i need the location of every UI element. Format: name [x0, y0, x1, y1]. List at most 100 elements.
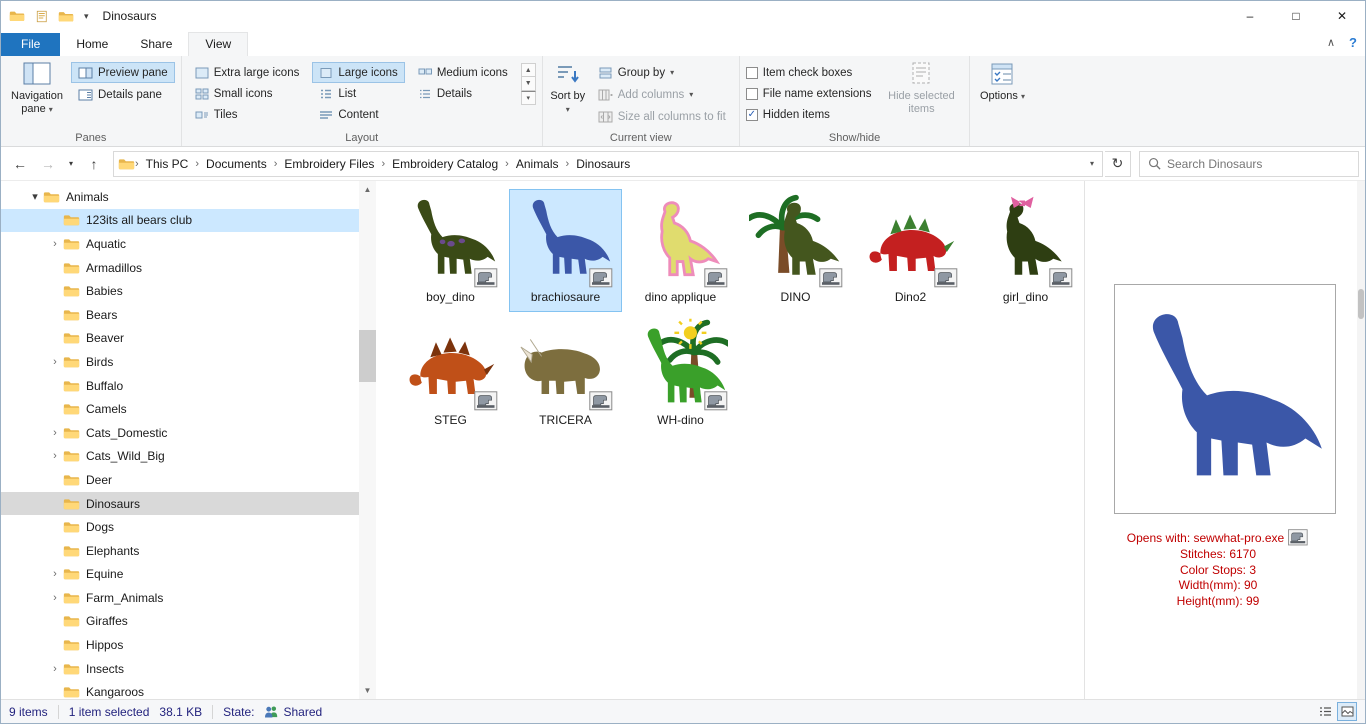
search-input[interactable] [1167, 157, 1350, 171]
recent-locations-chevron-icon[interactable]: ▾ [63, 151, 79, 177]
tiles-button[interactable]: Tiles [188, 104, 307, 125]
list-button[interactable]: List [312, 83, 404, 104]
sidebar-scrollbar[interactable]: ▲ ▼ [359, 181, 376, 699]
scroll-up-icon[interactable]: ▲ [359, 181, 376, 198]
folder-icon [63, 308, 80, 322]
details-pane-button[interactable]: Details pane [71, 84, 175, 105]
qat-properties-icon[interactable] [35, 10, 50, 23]
address-dropdown-chevron-icon[interactable]: ▾ [1090, 159, 1098, 168]
file-item[interactable]: TRICERA [509, 312, 622, 435]
sidebar-item[interactable]: 123its all bears club [1, 209, 359, 233]
maximize-button[interactable]: □ [1273, 1, 1319, 31]
back-button[interactable]: ← [7, 151, 33, 177]
collapse-ribbon-icon[interactable]: ∧ [1327, 36, 1335, 49]
chevron-right-icon[interactable]: › [47, 427, 63, 439]
tab-file[interactable]: File [1, 33, 60, 56]
size-all-columns-button[interactable]: Size all columns to fit [591, 106, 733, 127]
sort-by-button[interactable]: Sort by ▾ [549, 59, 587, 116]
scrollbar-track[interactable] [359, 198, 376, 682]
sidebar-item[interactable]: › Aquatic [1, 232, 359, 256]
gallery-scroll-down-icon[interactable]: ▼ [521, 77, 536, 91]
details-view-button[interactable]: Details [411, 83, 515, 104]
close-button[interactable]: ✕ [1319, 1, 1365, 31]
breadcrumb-embroidery-catalog[interactable]: Embroidery Catalog [385, 157, 505, 171]
breadcrumb-embroidery-files[interactable]: Embroidery Files [277, 157, 381, 171]
qat-new-folder-icon[interactable] [58, 10, 74, 23]
breadcrumb-dinosaurs[interactable]: Dinosaurs [569, 157, 637, 171]
file-item[interactable]: girl_dino [969, 189, 1082, 312]
help-icon[interactable]: ? [1349, 35, 1357, 50]
item-check-boxes-checkbox[interactable]: Item check boxes [746, 62, 872, 83]
navigation-pane-button[interactable]: Navigation pane ▾ [7, 59, 67, 116]
add-columns-button[interactable]: Add columns ▾ [591, 84, 733, 105]
file-name-extensions-checkbox[interactable]: File name extensions [746, 83, 872, 104]
folder-icon [63, 213, 80, 227]
tab-home[interactable]: Home [60, 33, 124, 56]
preview-scrollbar[interactable] [1357, 181, 1365, 699]
gallery-more-icon[interactable]: ▾ [521, 91, 536, 105]
sidebar-item[interactable]: Camels [1, 397, 359, 421]
breadcrumb[interactable]: › This PC › Documents › Embroidery Files… [113, 151, 1103, 177]
chevron-expanded-icon[interactable]: ▾ [27, 190, 43, 203]
tab-share[interactable]: Share [124, 33, 188, 56]
sidebar-item[interactable]: › Insects [1, 657, 359, 681]
refresh-button[interactable]: ↻ [1105, 151, 1131, 177]
scrollbar-thumb[interactable] [1358, 289, 1364, 319]
medium-icons-button[interactable]: Medium icons [411, 62, 515, 83]
scrollbar-thumb[interactable] [359, 330, 376, 382]
breadcrumb-documents[interactable]: Documents [199, 157, 274, 171]
small-icons-button[interactable]: Small icons [188, 83, 307, 104]
sidebar-item[interactable]: › Cats_Domestic [1, 421, 359, 445]
sidebar-item[interactable]: Buffalo [1, 374, 359, 398]
sidebar-item[interactable]: › Birds [1, 350, 359, 374]
breadcrumb-this-pc[interactable]: This PC [139, 157, 196, 171]
chevron-right-icon[interactable]: › [47, 450, 63, 462]
file-item[interactable]: Dino2 [854, 189, 967, 312]
hide-selected-items-button[interactable]: Hide selected items [885, 59, 957, 116]
sidebar-item[interactable]: Bears [1, 303, 359, 327]
forward-button[interactable]: → [35, 151, 61, 177]
sidebar-item[interactable]: Hippos [1, 633, 359, 657]
details-view-toggle[interactable] [1315, 702, 1335, 721]
group-by-button[interactable]: Group by ▾ [591, 62, 733, 83]
thumbnail-view-toggle[interactable] [1337, 702, 1357, 721]
sidebar-item-dinosaurs[interactable]: Dinosaurs [1, 492, 359, 516]
options-button[interactable]: Options ▾ [976, 59, 1028, 103]
file-item-selected[interactable]: brachiosaure [509, 189, 622, 312]
gallery-scroll-up-icon[interactable]: ▲ [521, 63, 536, 77]
minimize-button[interactable]: – [1227, 1, 1273, 31]
up-button[interactable]: ↑ [81, 151, 107, 177]
file-item[interactable]: boy_dino [394, 189, 507, 312]
extra-large-icons-button[interactable]: Extra large icons [188, 62, 307, 83]
chevron-right-icon[interactable]: › [47, 568, 63, 580]
tab-view[interactable]: View [188, 32, 248, 56]
sidebar-item[interactable]: Deer [1, 468, 359, 492]
qat-customize-chevron-icon[interactable]: ▾ [84, 11, 89, 22]
chevron-right-icon[interactable]: › [47, 356, 63, 368]
breadcrumb-animals[interactable]: Animals [509, 157, 566, 171]
file-item[interactable]: STEG [394, 312, 507, 435]
chevron-right-icon[interactable]: › [47, 592, 63, 604]
sidebar-item[interactable]: Elephants [1, 539, 359, 563]
sidebar-item[interactable]: Dogs [1, 515, 359, 539]
hidden-items-checkbox[interactable]: ✓ Hidden items [746, 104, 872, 125]
sidebar-item-animals[interactable]: ▾ Animals [1, 185, 359, 209]
file-item[interactable]: WH-dino [624, 312, 737, 435]
chevron-right-icon[interactable]: › [47, 238, 63, 250]
sidebar-item[interactable]: › Equine [1, 563, 359, 587]
file-item[interactable]: dino applique [624, 189, 737, 312]
sidebar-item[interactable]: Giraffes [1, 610, 359, 634]
sidebar-item[interactable]: Babies [1, 279, 359, 303]
content-button[interactable]: Content [312, 104, 404, 125]
sidebar-item[interactable]: Armadillos [1, 256, 359, 280]
sidebar-item[interactable]: › Cats_Wild_Big [1, 445, 359, 469]
sidebar-item[interactable]: Kangaroos [1, 680, 359, 699]
search-box[interactable] [1139, 151, 1359, 177]
preview-pane-button[interactable]: Preview pane [71, 62, 175, 83]
chevron-right-icon[interactable]: › [47, 663, 63, 675]
file-item[interactable]: DINO [739, 189, 852, 312]
sidebar-item[interactable]: Beaver [1, 327, 359, 351]
scroll-down-icon[interactable]: ▼ [359, 682, 376, 699]
sidebar-item[interactable]: › Farm_Animals [1, 586, 359, 610]
large-icons-button[interactable]: Large icons [312, 62, 404, 83]
